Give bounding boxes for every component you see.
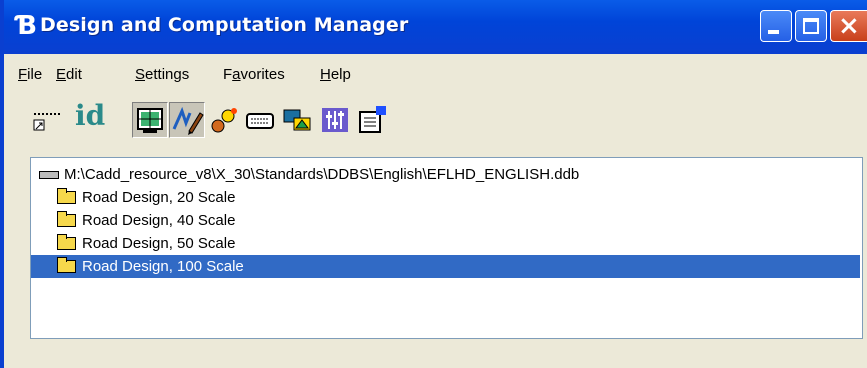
bentley-b-icon: Ɓ (16, 11, 38, 41)
settings-tool[interactable] (317, 102, 353, 138)
properties-tool[interactable] (354, 102, 390, 138)
app-window: Ɓ Design and Computation Manager × File … (0, 0, 867, 368)
folder-icon (57, 234, 76, 250)
menu-settings-accel: S (135, 66, 146, 83)
user-computer-tool[interactable] (280, 102, 316, 138)
toolbar: id (4, 98, 867, 144)
design-mode-icon (137, 108, 163, 133)
drive-icon (39, 171, 59, 179)
place-line-tool[interactable] (30, 102, 66, 138)
menu-file[interactable]: File (18, 66, 42, 83)
database-tree[interactable]: M:\Cadd_resource_v8\X_30\Standards\DDBS\… (30, 157, 863, 339)
tree-root-path: M:\Cadd_resource_v8\X_30\Standards\DDBS\… (64, 166, 580, 183)
menu-help[interactable]: Help (320, 66, 351, 83)
maximize-icon (803, 18, 819, 34)
minimize-icon (768, 30, 779, 34)
title-bar[interactable]: Ɓ Design and Computation Manager × (0, 0, 867, 54)
tree-item-label: Road Design, 100 Scale (82, 258, 244, 275)
place-line-icon (33, 113, 62, 131)
draw-mode-tool[interactable] (169, 102, 205, 138)
id-tool[interactable]: id (72, 99, 108, 138)
menu-help-label: elp (330, 66, 351, 83)
id-icon: id (75, 99, 106, 132)
menu-file-label: ile (27, 66, 43, 83)
menu-file-accel: F (18, 66, 28, 83)
menu-favorites-accel: a (232, 66, 241, 83)
menu-favorites-pre: F (223, 66, 233, 83)
menu-settings[interactable]: Settings (135, 66, 189, 83)
menu-settings-label: ettings (145, 66, 190, 83)
menu-edit-accel: E (56, 66, 67, 83)
menu-edit[interactable]: Edit (56, 66, 82, 83)
properties-icon (359, 106, 386, 133)
menu-help-accel: H (320, 66, 331, 83)
folder-icon (57, 257, 76, 273)
tree-item[interactable]: Road Design, 40 Scale (31, 209, 860, 232)
settings-icon (322, 108, 348, 132)
maximize-button[interactable] (795, 10, 827, 42)
search-icon (211, 108, 237, 133)
folder-icon (57, 211, 76, 227)
tree-item-label: Road Design, 50 Scale (82, 235, 236, 252)
window-title: Design and Computation Manager (40, 14, 409, 36)
keyboard-tool[interactable] (242, 102, 278, 138)
search-tool[interactable] (206, 102, 242, 138)
minimize-button[interactable] (760, 10, 792, 42)
tree-item-label: Road Design, 20 Scale (82, 189, 236, 206)
menu-favorites[interactable]: Favorites (223, 66, 285, 83)
folder-icon (57, 188, 76, 204)
tree-item-label: Road Design, 40 Scale (82, 212, 236, 229)
draw-mode-icon (172, 106, 204, 135)
window-border (0, 0, 4, 368)
close-icon: × (838, 11, 860, 41)
menu-edit-label: dit (66, 66, 82, 83)
tree-root[interactable]: M:\Cadd_resource_v8\X_30\Standards\DDBS\… (31, 163, 860, 186)
design-mode-tool[interactable] (132, 102, 168, 138)
menu-bar: File Edit Settings Favorites Help (4, 58, 867, 90)
menu-favorites-label: vorites (240, 66, 285, 83)
status-bar (4, 344, 867, 368)
close-button[interactable]: × (830, 10, 867, 42)
tree-item[interactable]: Road Design, 50 Scale (31, 232, 860, 255)
keyboard-icon (246, 113, 274, 129)
user-computer-icon (283, 109, 311, 131)
tree-item[interactable]: Road Design, 20 Scale (31, 186, 860, 209)
tree-item-selected[interactable]: Road Design, 100 Scale (31, 255, 860, 278)
